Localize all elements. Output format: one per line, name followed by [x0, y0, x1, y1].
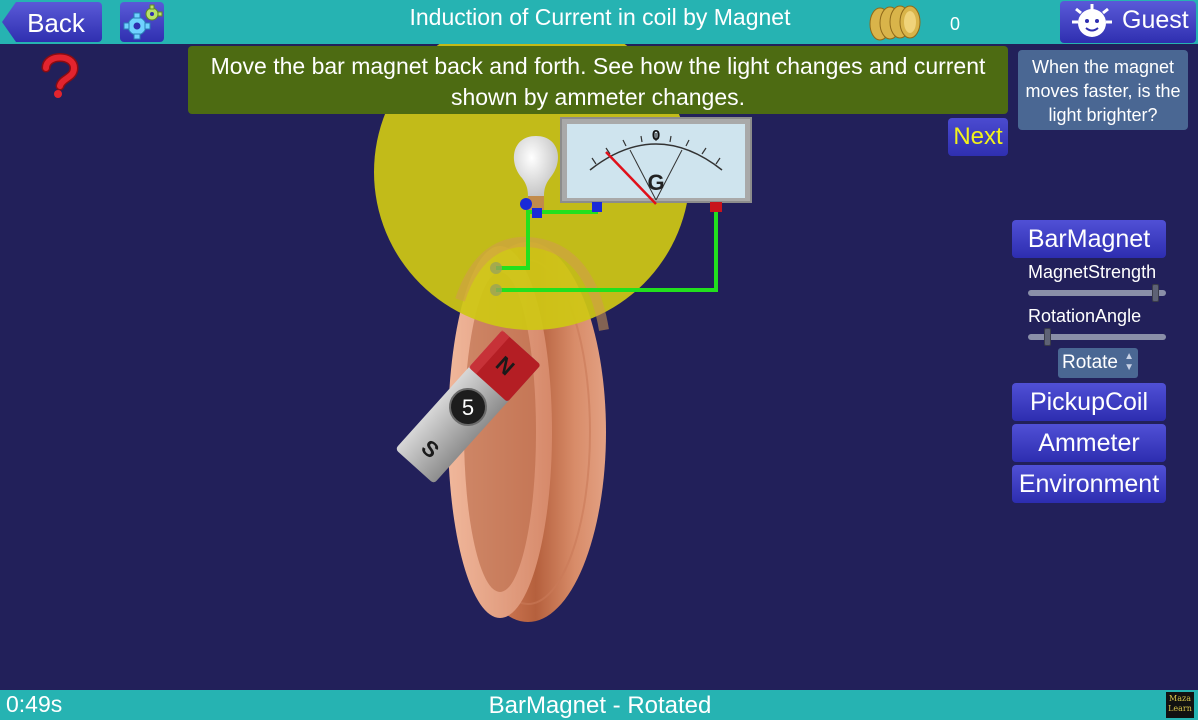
- coins-icon: [869, 5, 921, 41]
- question-prompt: When the magnet moves faster, is the lig…: [1018, 50, 1188, 130]
- ammeter[interactable]: 0 G: [560, 117, 752, 212]
- pickup-coil-button[interactable]: PickupCoil: [1012, 383, 1166, 421]
- status-text: BarMagnet - Rotated: [488, 692, 712, 719]
- status-bar: 0:49s BarMagnet - Rotated Maza Learn: [0, 690, 1198, 720]
- spinner-arrows-icon: ▲ ▼: [1124, 351, 1134, 373]
- rotation-angle-label: RotationAngle: [1028, 306, 1142, 326]
- brand-logo: Maza Learn: [1166, 692, 1194, 718]
- rotate-dropdown[interactable]: Rotate ▲ ▼: [1058, 348, 1138, 378]
- coins-count: 0: [950, 14, 961, 34]
- magnet-strength-label: MagnetStrength: [1028, 262, 1157, 282]
- ammeter-letter: G: [647, 170, 664, 195]
- bar-magnet-button[interactable]: BarMagnet: [1012, 220, 1166, 258]
- instruction-banner: Move the bar magnet back and forth. See …: [188, 46, 1008, 114]
- magnet-strength-value: 5: [462, 395, 474, 420]
- user-name-label: Guest: [1122, 6, 1189, 34]
- user-avatar-icon: [1072, 4, 1112, 37]
- settings-button[interactable]: [120, 2, 164, 42]
- rotation-angle-slider[interactable]: [1028, 328, 1166, 346]
- gear-icon: [123, 4, 163, 40]
- magnet-strength-slider-thumb[interactable]: [1152, 284, 1160, 302]
- page-title: Induction of Current in coil by Magnet: [409, 4, 791, 30]
- help-icon[interactable]: [36, 52, 80, 98]
- timer: 0:49s: [6, 691, 63, 717]
- ammeter-button[interactable]: Ammeter: [1012, 424, 1166, 462]
- environment-button[interactable]: Environment: [1012, 465, 1166, 503]
- back-button[interactable]: Back: [2, 2, 102, 42]
- ammeter-zero-label: 0: [652, 127, 660, 144]
- rotate-dropdown-value: Rotate: [1062, 352, 1118, 373]
- rotation-angle-slider-thumb[interactable]: [1043, 328, 1051, 346]
- magnet-strength-slider[interactable]: [1028, 284, 1166, 302]
- user-profile-button[interactable]: Guest: [1060, 1, 1196, 43]
- next-button[interactable]: Next: [948, 118, 1008, 156]
